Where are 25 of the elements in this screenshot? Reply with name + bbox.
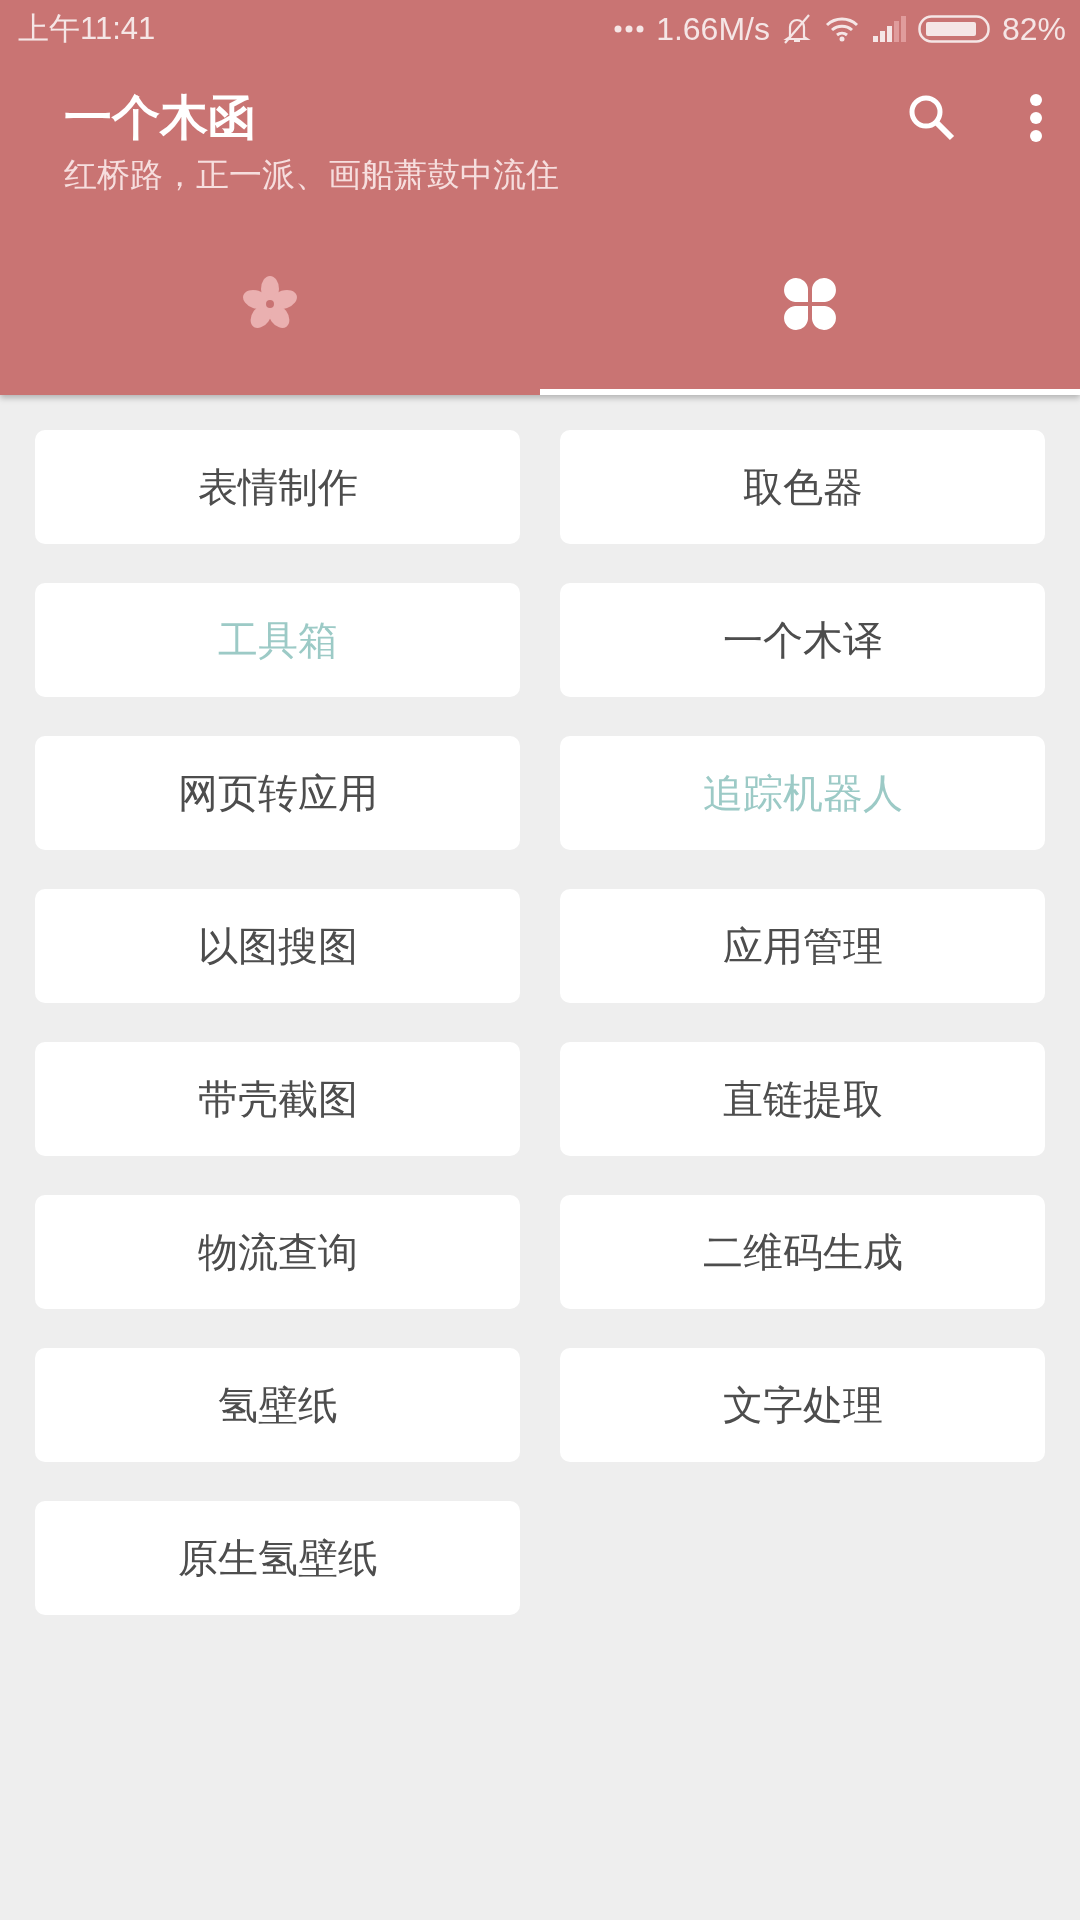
clover-icon <box>783 276 837 331</box>
tool-button[interactable]: 氢壁纸 <box>35 1348 520 1462</box>
tool-button[interactable]: 一个木译 <box>560 583 1045 697</box>
tool-button[interactable]: 以图搜图 <box>35 889 520 1003</box>
more-dots-icon <box>614 24 645 34</box>
tool-button[interactable]: 应用管理 <box>560 889 1045 1003</box>
tool-button[interactable]: 网页转应用 <box>35 736 520 850</box>
tool-button[interactable]: 原生氢壁纸 <box>35 1501 520 1615</box>
menu-icon[interactable] <box>1028 93 1044 143</box>
tool-button[interactable]: 直链提取 <box>560 1042 1045 1156</box>
bell-off-icon <box>781 13 812 45</box>
battery-icon <box>917 15 990 43</box>
tool-button[interactable]: 表情制作 <box>35 430 520 544</box>
network-speed: 1.66M/s <box>656 10 770 48</box>
app-subtitle: 红桥路，正一派、画船萧鼓中流住 <box>64 154 559 196</box>
tool-button[interactable]: 文字处理 <box>560 1348 1045 1462</box>
signal-icon <box>871 16 906 42</box>
app-title: 一个木函 <box>64 88 257 146</box>
tool-button[interactable]: 取色器 <box>560 430 1045 544</box>
wifi-icon <box>823 15 860 43</box>
battery-level: 82% <box>1001 10 1066 48</box>
tool-button[interactable]: 物流查询 <box>35 1195 520 1309</box>
status-time: 上午11:41 <box>18 10 156 48</box>
tool-button[interactable]: 二维码生成 <box>560 1195 1045 1309</box>
tool-button[interactable]: 带壳截图 <box>35 1042 520 1156</box>
